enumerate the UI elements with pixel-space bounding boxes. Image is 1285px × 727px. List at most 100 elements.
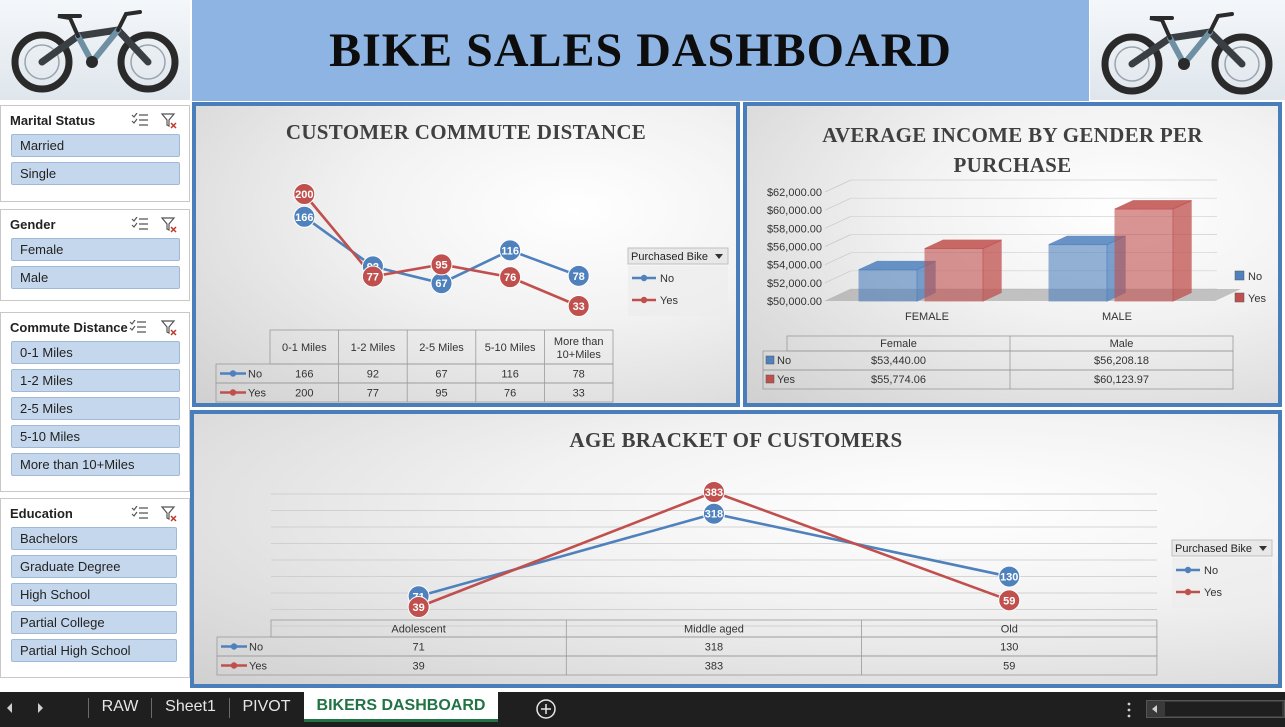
bar-no-male bbox=[1048, 235, 1126, 302]
table-row bbox=[762, 369, 1234, 390]
bike-image-right bbox=[1090, 0, 1285, 100]
slicer-item-0-1-miles[interactable]: 0-1 Miles bbox=[11, 341, 180, 364]
tab-pivot[interactable]: PIVOT bbox=[230, 692, 303, 722]
table-category-label: 5-10 Miles bbox=[485, 342, 536, 354]
slicer-marital-status: Marital Status Married Single bbox=[0, 105, 190, 202]
table-value: 200 bbox=[295, 388, 313, 400]
table-value: 166 bbox=[295, 369, 313, 381]
slicer-commute-distance: Commute Distance 0-1 Miles 1-2 Miles 2-5… bbox=[0, 312, 190, 492]
commute-chart-panel[interactable]: CUSTOMER COMMUTE DISTANCE 16692671167820… bbox=[192, 102, 740, 407]
income-chart-panel[interactable]: AVERAGE INCOME BY GENDER PER PURCHASE $5… bbox=[743, 102, 1282, 407]
slicer-item-1-2-miles[interactable]: 1-2 Miles bbox=[11, 369, 180, 392]
slicer-item-5-10-miles[interactable]: 5-10 Miles bbox=[11, 425, 180, 448]
table-category-label: Adolescent bbox=[391, 624, 445, 636]
data-label: 59 bbox=[1003, 595, 1015, 607]
legend-title: Purchased Bike bbox=[631, 251, 708, 263]
slicer-title: Education bbox=[10, 505, 73, 521]
slicer-item-graduate-degree[interactable]: Graduate Degree bbox=[11, 555, 177, 578]
clear-filter-icon[interactable] bbox=[161, 506, 177, 522]
tab-raw[interactable]: RAW bbox=[89, 692, 151, 722]
slicer-item-married[interactable]: Married bbox=[11, 134, 180, 157]
tab-sheet1[interactable]: Sheet1 bbox=[152, 692, 229, 722]
bike-image-left bbox=[0, 0, 190, 100]
data-label: 67 bbox=[435, 278, 447, 290]
gridline bbox=[824, 270, 852, 284]
legend-swatch-yes bbox=[1234, 292, 1245, 303]
slicer-item-partial-college[interactable]: Partial College bbox=[11, 611, 177, 634]
table-legend-marker bbox=[229, 370, 237, 377]
age-chart-panel[interactable]: AGE BRACKET OF CUSTOMERS 713181303938359… bbox=[190, 410, 1282, 688]
y-tick-label: $50,000.00 bbox=[767, 296, 822, 308]
tab-bikers-dashboard[interactable]: BIKERS DASHBOARD bbox=[304, 692, 498, 722]
legend-box bbox=[628, 266, 728, 316]
dashboard-title: BIKE SALES DASHBOARD bbox=[329, 24, 952, 77]
add-sheet-icon[interactable] bbox=[535, 698, 557, 720]
multi-select-icon[interactable] bbox=[131, 506, 149, 520]
slicer-item-male[interactable]: Male bbox=[11, 266, 180, 289]
table-category-label: Middle aged bbox=[684, 624, 744, 636]
table-row bbox=[215, 363, 614, 384]
horizontal-scrollbar[interactable] bbox=[1146, 700, 1285, 718]
table-value: 59 bbox=[1003, 661, 1015, 673]
table-series-label: Yes bbox=[777, 374, 795, 386]
data-label: 76 bbox=[504, 272, 516, 284]
slicer-header: Marital Status bbox=[1, 106, 189, 134]
multi-select-icon[interactable] bbox=[129, 320, 147, 334]
scrollbar-thumb[interactable] bbox=[1165, 702, 1282, 716]
clear-filter-icon[interactable] bbox=[161, 113, 177, 129]
table-value: 77 bbox=[367, 388, 379, 400]
table-category-label: 1-2 Miles bbox=[351, 342, 396, 354]
legend-marker-yes bbox=[640, 296, 648, 304]
slicer-item-partial-high-school[interactable]: Partial High School bbox=[11, 639, 177, 662]
table-value: 78 bbox=[573, 369, 585, 381]
table-value: 39 bbox=[413, 661, 425, 673]
table-value: 95 bbox=[435, 388, 447, 400]
table-legend-marker bbox=[230, 662, 238, 669]
legend-label: No bbox=[1204, 565, 1218, 577]
bar-yes-female bbox=[924, 239, 1002, 302]
multi-select-icon[interactable] bbox=[131, 217, 149, 231]
scroll-left-icon[interactable] bbox=[6, 702, 14, 714]
table-series-label: No bbox=[777, 355, 791, 367]
scrollbar-left-icon[interactable] bbox=[1151, 704, 1159, 714]
data-label: 318 bbox=[705, 509, 723, 521]
table-value: $56,208.18 bbox=[1094, 355, 1149, 367]
series-line-no bbox=[418, 512, 1010, 598]
data-label: 39 bbox=[413, 602, 425, 614]
clear-filter-icon[interactable] bbox=[161, 217, 177, 233]
slicer-item-more-than-10-miles[interactable]: More than 10+Miles bbox=[11, 453, 180, 476]
data-label: 130 bbox=[1000, 572, 1018, 584]
legend-label: No bbox=[660, 273, 674, 285]
slicer-title: Gender bbox=[10, 216, 56, 232]
table-value: 33 bbox=[573, 388, 585, 400]
legend-title: Purchased Bike bbox=[1175, 543, 1252, 555]
slicer-item-2-5-miles[interactable]: 2-5 Miles bbox=[11, 397, 180, 420]
multi-select-icon[interactable] bbox=[131, 113, 149, 127]
slicer-item-bachelors[interactable]: Bachelors bbox=[11, 527, 177, 550]
table-legend-marker bbox=[229, 389, 237, 396]
table-category-label: Female bbox=[880, 338, 917, 350]
gridline bbox=[824, 216, 852, 229]
table-row bbox=[215, 382, 614, 403]
table-legend-marker bbox=[230, 643, 238, 650]
clear-filter-icon[interactable] bbox=[161, 320, 177, 336]
table-series-label: No bbox=[248, 369, 262, 381]
more-options-icon[interactable] bbox=[1126, 702, 1132, 718]
scroll-right-icon[interactable] bbox=[36, 702, 44, 714]
slicer-item-female[interactable]: Female bbox=[11, 238, 180, 261]
bar-no-female bbox=[858, 260, 936, 302]
table-category-label: More than bbox=[554, 336, 604, 348]
data-label: 78 bbox=[573, 271, 585, 283]
table-value: $53,440.00 bbox=[871, 355, 926, 367]
slicer-item-single[interactable]: Single bbox=[11, 162, 180, 185]
table-legend-swatch bbox=[765, 374, 775, 384]
table-value: 383 bbox=[705, 661, 723, 673]
slicer-item-high-school[interactable]: High School bbox=[11, 583, 177, 606]
data-label: 77 bbox=[367, 271, 379, 283]
legend-box bbox=[1172, 558, 1272, 608]
table-category-label: 0-1 Miles bbox=[282, 342, 327, 354]
table-value: 92 bbox=[367, 369, 379, 381]
table-value: 71 bbox=[413, 642, 425, 654]
data-label: 383 bbox=[705, 487, 723, 499]
legend-marker-yes bbox=[1184, 588, 1192, 596]
